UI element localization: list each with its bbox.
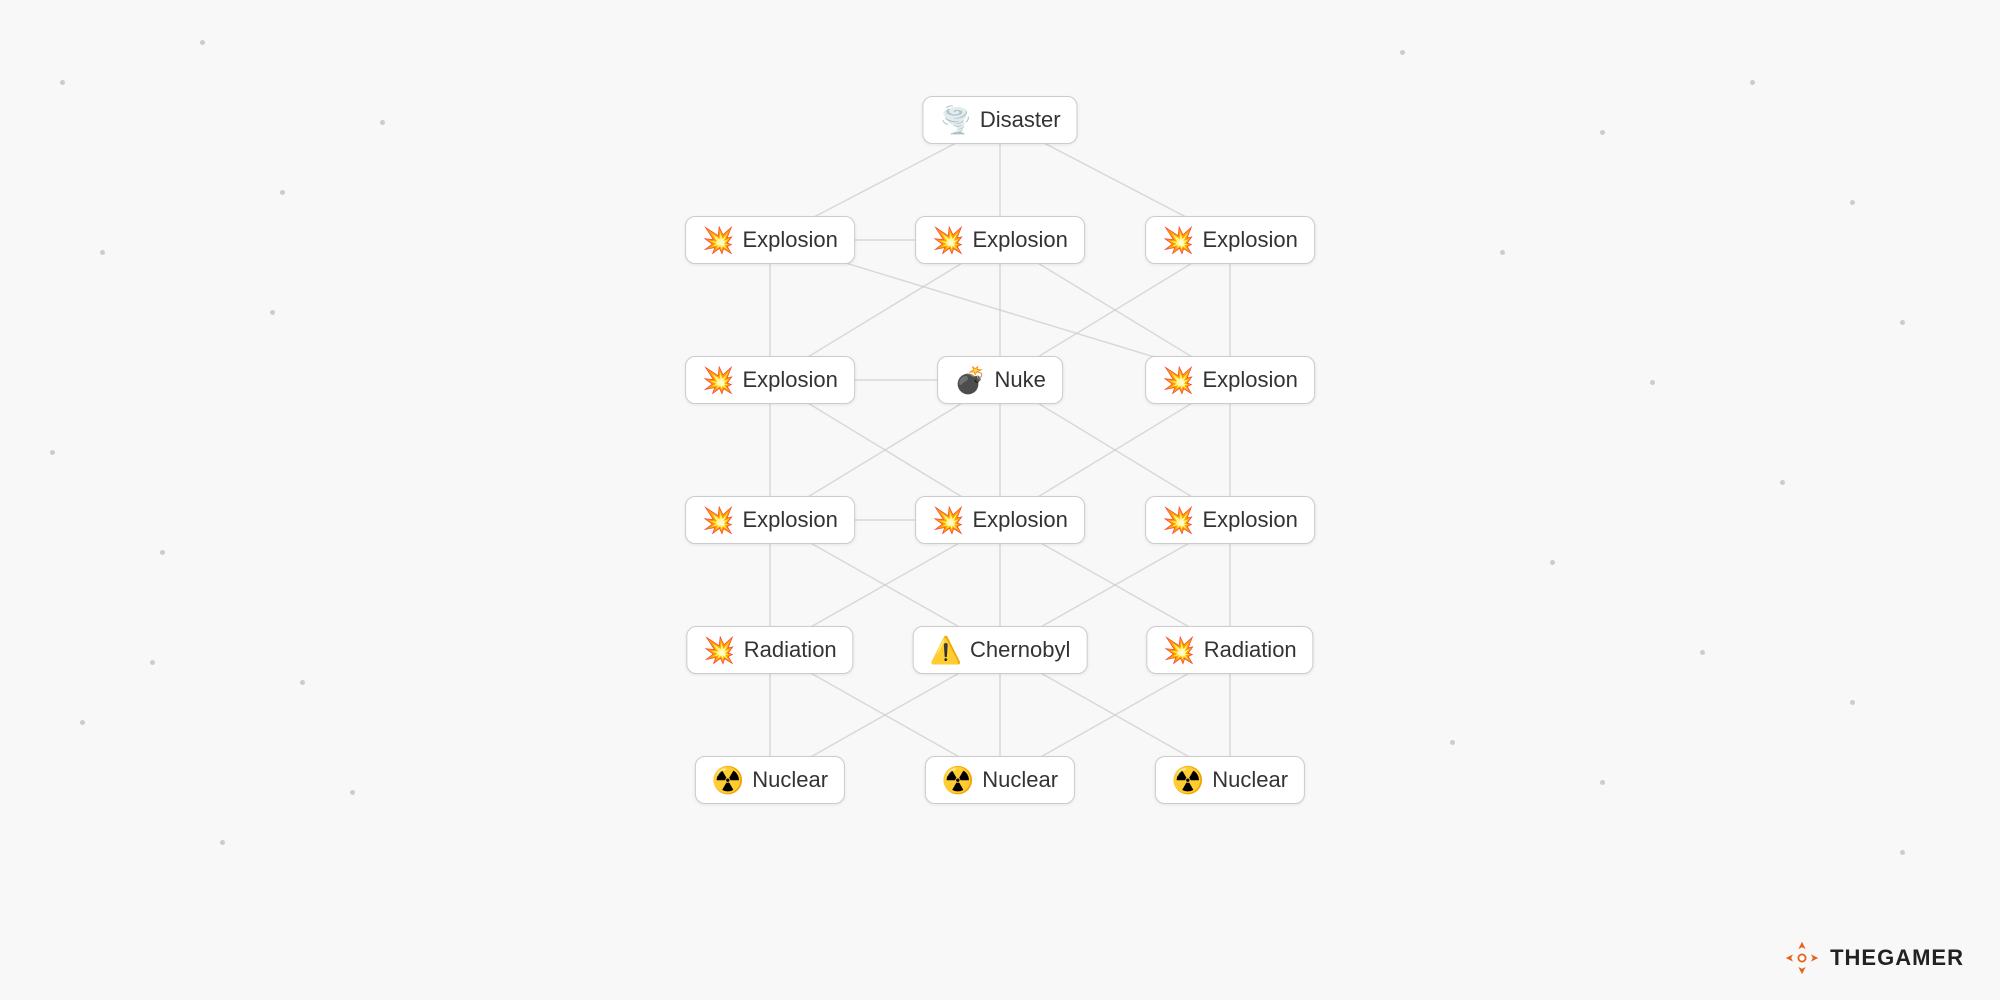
disaster-icon: 🌪️ — [939, 107, 971, 133]
node-nuc1[interactable]: ☢️ Nuclear — [695, 756, 845, 804]
disaster-label: Disaster — [980, 107, 1061, 133]
chernobyl-label: Chernobyl — [970, 637, 1070, 663]
exp4-label: Explosion — [742, 367, 837, 393]
node-nuc3[interactable]: ☢️ Nuclear — [1155, 756, 1305, 804]
nuke-label: Nuke — [995, 367, 1046, 393]
node-nuke[interactable]: 💣 Nuke — [937, 356, 1063, 404]
decorative-dot — [50, 450, 55, 455]
decorative-dot — [1900, 320, 1905, 325]
node-disaster[interactable]: 🌪️ Disaster — [922, 96, 1077, 144]
exp4-icon: 💥 — [702, 367, 734, 393]
rad1-icon: 💥 — [703, 637, 735, 663]
exp2-label: Explosion — [972, 227, 1067, 253]
decorative-dot — [380, 120, 385, 125]
exp6-icon: 💥 — [702, 507, 734, 533]
node-rad1[interactable]: 💥 Radiation — [686, 626, 853, 674]
decorative-dot — [1500, 250, 1505, 255]
decorative-dot — [270, 310, 275, 315]
decorative-dot — [1650, 380, 1655, 385]
node-rad2[interactable]: 💥 Radiation — [1146, 626, 1313, 674]
decorative-dot — [300, 680, 305, 685]
thegamer-icon — [1784, 940, 1820, 976]
rad1-label: Radiation — [744, 637, 837, 663]
decorative-dot — [1700, 650, 1705, 655]
decorative-dot — [1600, 780, 1605, 785]
decorative-dot — [1780, 480, 1785, 485]
diagram-container: 🌪️ Disaster 💥 Explosion 💥 Explosion 💥 Explosion… — [0, 0, 2000, 1000]
exp7-icon: 💥 — [932, 507, 964, 533]
exp6-label: Explosion — [742, 507, 837, 533]
exp7-label: Explosion — [972, 507, 1067, 533]
exp3-label: Explosion — [1202, 227, 1297, 253]
node-exp3[interactable]: 💥 Explosion — [1145, 216, 1315, 264]
node-chernobyl[interactable]: ⚠️ Chernobyl — [913, 626, 1088, 674]
node-nuc2[interactable]: ☢️ Nuclear — [925, 756, 1075, 804]
nuc2-icon: ☢️ — [942, 767, 974, 793]
nuke-icon: 💣 — [954, 367, 986, 393]
exp1-icon: 💥 — [702, 227, 734, 253]
rad2-label: Radiation — [1204, 637, 1297, 663]
rad2-icon: 💥 — [1163, 637, 1195, 663]
exp5-label: Explosion — [1202, 367, 1297, 393]
node-exp4[interactable]: 💥 Explosion — [685, 356, 855, 404]
decorative-dot — [1550, 560, 1555, 565]
node-exp2[interactable]: 💥 Explosion — [915, 216, 1085, 264]
exp8-label: Explosion — [1202, 507, 1297, 533]
decorative-dot — [280, 190, 285, 195]
node-exp7[interactable]: 💥 Explosion — [915, 496, 1085, 544]
node-exp8[interactable]: 💥 Explosion — [1145, 496, 1315, 544]
exp3-icon: 💥 — [1162, 227, 1194, 253]
brand-name: THEGAMER — [1830, 945, 1964, 971]
exp5-icon: 💥 — [1162, 367, 1194, 393]
node-exp1[interactable]: 💥 Explosion — [685, 216, 855, 264]
decorative-dot — [220, 840, 225, 845]
node-exp5[interactable]: 💥 Explosion — [1145, 356, 1315, 404]
nuc1-icon: ☢️ — [712, 767, 744, 793]
decorative-dot — [60, 80, 65, 85]
decorative-dot — [160, 550, 165, 555]
decorative-dot — [1850, 200, 1855, 205]
exp2-icon: 💥 — [932, 227, 964, 253]
decorative-dot — [350, 790, 355, 795]
exp8-icon: 💥 — [1162, 507, 1194, 533]
nuc3-icon: ☢️ — [1172, 767, 1204, 793]
decorative-dot — [100, 250, 105, 255]
decorative-dot — [1850, 700, 1855, 705]
decorative-dot — [1600, 130, 1605, 135]
decorative-dot — [80, 720, 85, 725]
node-exp6[interactable]: 💥 Explosion — [685, 496, 855, 544]
chernobyl-icon: ⚠️ — [930, 637, 962, 663]
exp1-label: Explosion — [742, 227, 837, 253]
brand-logo: THEGAMER — [1784, 940, 1964, 976]
nuc3-label: Nuclear — [1212, 767, 1288, 793]
decorative-dot — [150, 660, 155, 665]
decorative-dot — [1400, 50, 1405, 55]
decorative-dot — [1450, 740, 1455, 745]
nuc1-label: Nuclear — [752, 767, 828, 793]
decorative-dot — [1750, 80, 1755, 85]
decorative-dot — [200, 40, 205, 45]
nuc2-label: Nuclear — [982, 767, 1058, 793]
decorative-dot — [1900, 850, 1905, 855]
